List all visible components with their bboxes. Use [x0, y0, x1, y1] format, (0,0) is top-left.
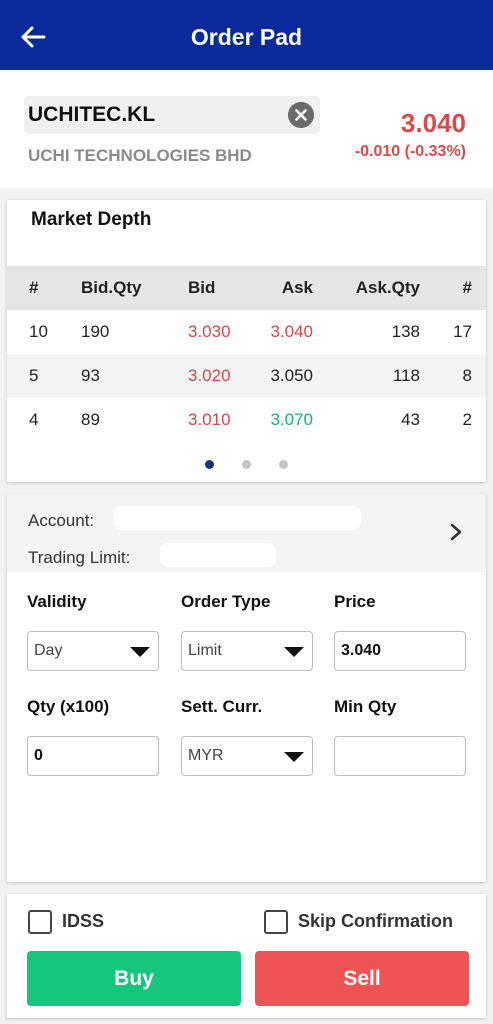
bid-count: 4 [29, 410, 39, 429]
skip-confirmation-checkbox[interactable] [264, 910, 288, 934]
sell-button[interactable]: Sell [255, 951, 469, 1006]
qty-label: Qty (x100) [27, 697, 110, 716]
market-depth-card: Market Depth # Bid.Qty Bid Ask Ask.Qty #… [7, 200, 486, 482]
app-bar: Order Pad [0, 0, 493, 70]
skip-confirmation-label: Skip Confirmation [298, 911, 454, 931]
ask-count: 17 [453, 322, 472, 341]
qty-input[interactable]: 0 [27, 736, 159, 776]
stock-header: UCHITEC.KL UCHI TECHNOLOGIES BHD 3.040 -… [0, 70, 493, 188]
page-dot-1[interactable] [205, 460, 214, 469]
caret-down-icon [130, 647, 150, 657]
min-qty-input[interactable] [334, 736, 466, 776]
bid-price[interactable]: 3.020 [188, 366, 231, 386]
order-type-label: Order Type [181, 592, 271, 611]
bid-price[interactable]: 3.010 [188, 410, 231, 430]
ask-qty: 118 [392, 366, 420, 385]
bid-qty: 190 [81, 322, 110, 341]
stock-code: UCHITEC.KL [28, 103, 156, 126]
ask-qty: 43 [401, 410, 420, 429]
page-dot-2[interactable] [242, 460, 251, 469]
account-label: Account: [28, 511, 95, 530]
qty-value: 0 [34, 747, 43, 764]
order-type-value: Limit [188, 642, 222, 659]
table-row: 10 190 3.030 3.040 138 17 [7, 310, 486, 354]
ask-count: 2 [462, 410, 472, 429]
stock-name: UCHI TECHNOLOGIES BHD [28, 146, 252, 165]
buy-button[interactable]: Buy [27, 951, 241, 1006]
sett-curr-label: Sett. Curr. [181, 697, 263, 716]
last-price: 3.040 [400, 108, 466, 138]
min-qty-label: Min Qty [334, 697, 397, 716]
ask-price[interactable]: 3.040 [270, 322, 313, 342]
trading-limit-redacted [160, 543, 276, 567]
account-value-redacted [113, 506, 361, 530]
market-depth-title: Market Depth [31, 209, 152, 230]
validity-label: Validity [27, 592, 87, 611]
col-ask-qty: Ask.Qty [355, 278, 420, 297]
clear-icon[interactable] [288, 102, 314, 128]
validity-value: Day [34, 642, 63, 659]
bid-price[interactable]: 3.030 [188, 322, 231, 342]
caret-down-icon [284, 647, 304, 657]
price-change: -0.010 (-0.33%) [354, 143, 466, 160]
col-bid: Bid [188, 278, 216, 297]
price-label: Price [334, 592, 376, 611]
price-input[interactable]: 3.040 [334, 631, 466, 671]
bid-qty: 93 [81, 366, 100, 385]
idss-label: IDSS [62, 911, 105, 931]
caret-down-icon [284, 752, 304, 762]
page-indicator [7, 456, 486, 474]
bid-count: 5 [29, 366, 39, 385]
ask-qty: 138 [391, 322, 420, 341]
trading-limit-label: Trading Limit: [28, 548, 131, 567]
action-bar: IDSS Skip Confirmation Buy Sell [7, 894, 486, 1018]
ask-price[interactable]: 3.070 [270, 410, 313, 430]
chevron-right-icon [450, 523, 462, 541]
ask-price[interactable]: 3.050 [270, 366, 313, 386]
col-ask: Ask [281, 278, 313, 297]
page-title: Order Pad [190, 24, 303, 50]
stock-code-field[interactable]: UCHITEC.KL [24, 96, 320, 134]
table-row: 5 93 3.020 3.050 118 8 [7, 354, 486, 398]
idss-checkbox[interactable] [28, 910, 52, 934]
order-type-dropdown[interactable]: Limit [181, 631, 313, 671]
depth-table-header: # Bid.Qty Bid Ask Ask.Qty # [7, 266, 486, 310]
sett-curr-value: MYR [188, 747, 224, 764]
col-ask-count: # [462, 278, 472, 297]
price-value: 3.040 [341, 642, 382, 659]
bid-count: 10 [29, 322, 48, 341]
bid-qty: 89 [81, 410, 100, 429]
account-selector[interactable]: Account: Trading Limit: [7, 494, 486, 572]
validity-dropdown[interactable]: Day [27, 631, 159, 671]
order-form-card: Account: Trading Limit: Validity Order T… [7, 494, 486, 882]
ask-count: 8 [462, 366, 472, 385]
sett-curr-dropdown[interactable]: MYR [181, 736, 313, 776]
col-bid-count: # [29, 278, 39, 297]
page-dot-3[interactable] [279, 460, 288, 469]
col-bid-qty: Bid.Qty [81, 278, 142, 297]
table-row: 4 89 3.010 3.070 43 2 [7, 398, 486, 442]
